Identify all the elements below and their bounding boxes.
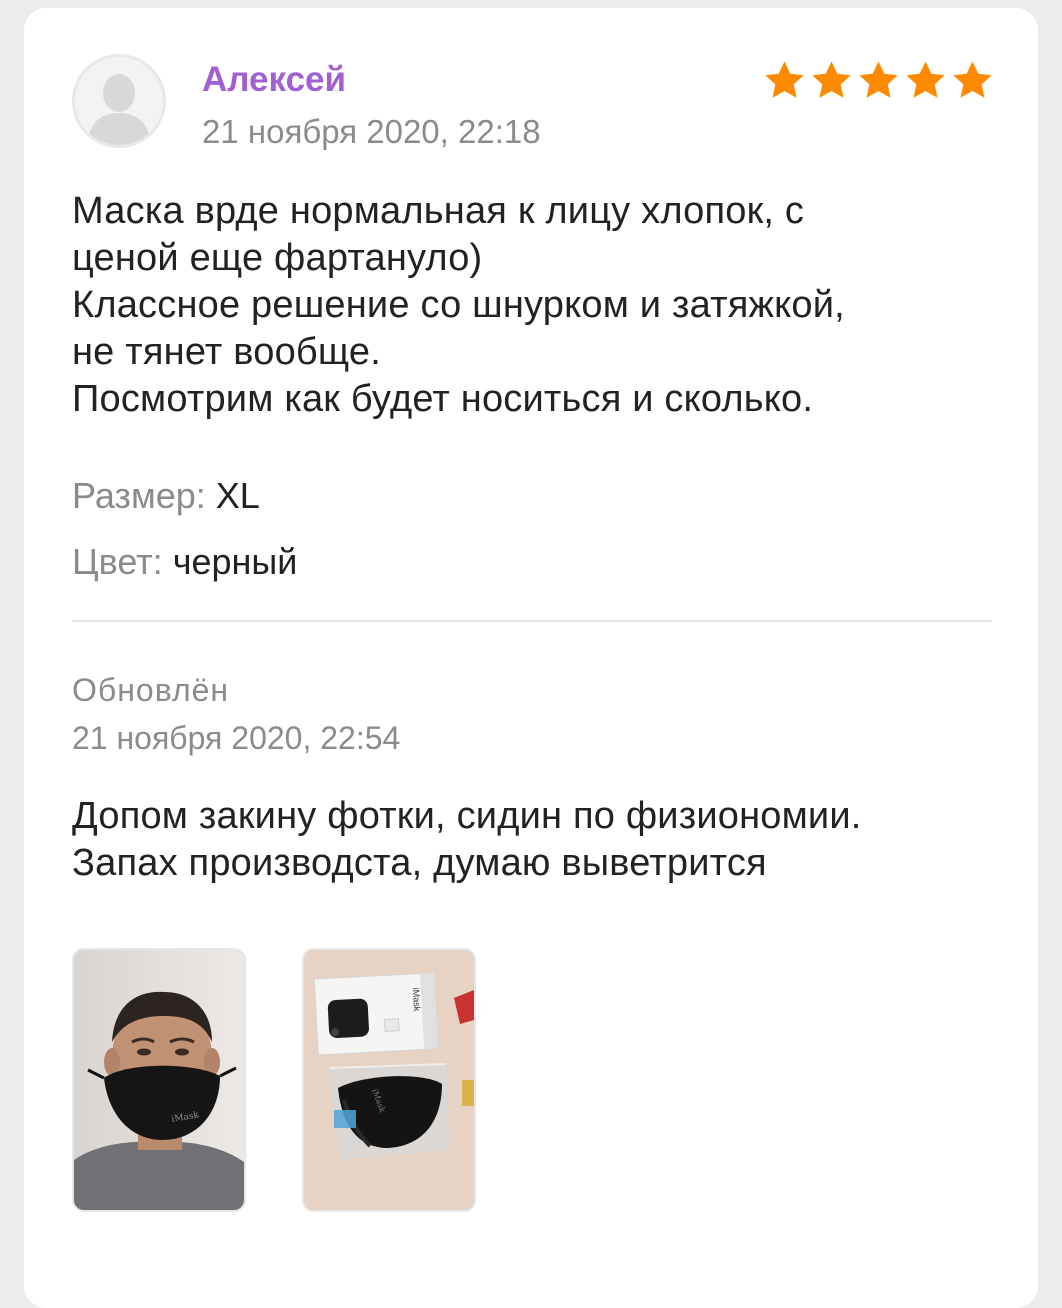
size-property: Размер: XL — [72, 474, 260, 518]
avatar[interactable] — [72, 54, 166, 148]
update-text: Допом закину фотки, сидин по физиономии.… — [72, 793, 992, 887]
star-icon — [765, 61, 804, 98]
author-name[interactable]: Алексей — [202, 60, 346, 100]
review-text-line: Классное решение со шнурком и затяжкой, — [72, 284, 845, 326]
star-icon — [906, 61, 945, 98]
review-text-line: Посмотрим как будет носиться и сколько. — [72, 378, 814, 420]
review-card: Алексей 21 ноября 2020, 22:18 Маска врде… — [24, 8, 1038, 1308]
update-text-line: Запах производста, думаю выветрится — [72, 842, 767, 884]
color-property: Цвет: черный — [72, 540, 297, 584]
user-silhouette-icon — [75, 57, 163, 145]
color-label: Цвет: — [72, 541, 163, 582]
photo-man-wearing-mask-icon: iMask — [74, 950, 244, 1210]
review-photo-1[interactable]: iMask — [72, 948, 246, 1212]
photo-mask-package-icon: iMask iMask — [304, 950, 474, 1210]
updated-date: 21 ноября 2020, 22:54 — [72, 720, 401, 756]
review-text-line: Маска врде нормальная к лицу хлопок, с — [72, 190, 805, 232]
updated-label: Обновлён — [72, 672, 230, 708]
star-rating — [762, 58, 995, 103]
review-date: 21 ноября 2020, 22:18 — [202, 113, 541, 150]
review-text-line: ценой еще фартануло) — [72, 237, 483, 279]
update-text-line: Допом закину фотки, сидин по физиономии. — [72, 795, 862, 837]
color-value: черный — [172, 541, 298, 582]
star-icon — [859, 61, 898, 98]
star-icon — [812, 61, 851, 98]
box-brand-text: iMask — [411, 988, 422, 1012]
size-value: XL — [215, 475, 260, 516]
review-photo-2[interactable]: iMask iMask — [302, 948, 476, 1212]
divider — [72, 620, 992, 622]
review-text-line: не тянет вообще. — [72, 331, 381, 373]
star-icon — [953, 61, 992, 98]
size-label: Размер: — [72, 475, 206, 516]
review-text: Маска врде нормальная к лицу хлопок, с ц… — [72, 188, 992, 423]
